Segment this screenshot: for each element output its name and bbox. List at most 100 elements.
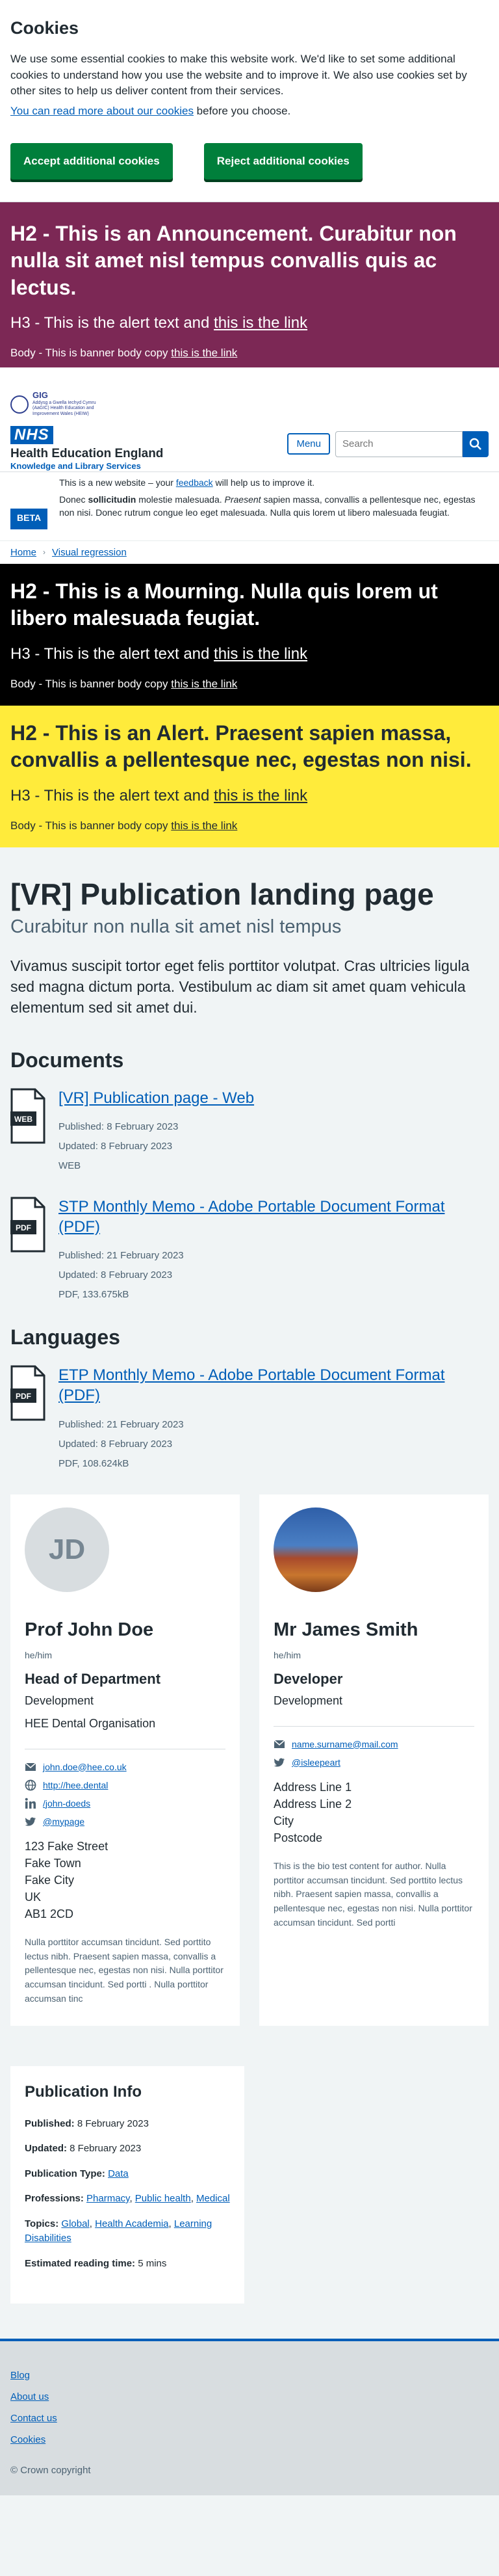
address-line: City xyxy=(274,1814,294,1827)
announcement-body-link[interactable]: this is the link xyxy=(171,347,237,359)
search-button[interactable] xyxy=(463,431,489,457)
header-controls: Menu xyxy=(287,431,489,457)
author-role: Developer xyxy=(274,1670,343,1687)
cookie-policy-link[interactable]: You can read more about our cookies xyxy=(10,105,194,117)
announcement-heading: H2 - This is an Announcement. Curabitur … xyxy=(10,221,457,299)
address-line: UK xyxy=(25,1890,42,1904)
twitter-link[interactable]: @mypage xyxy=(43,1816,84,1827)
pubinfo-heading: Publication Info xyxy=(25,2082,142,2101)
website-icon xyxy=(25,1779,36,1790)
accept-cookies-button[interactable]: Accept additional cookies xyxy=(10,142,173,179)
pubinfo-type-link[interactable]: Data xyxy=(108,2168,129,2179)
phase-line1-post: will help us to improve it. xyxy=(212,477,315,488)
twitter-icon xyxy=(274,1758,285,1767)
pubinfo-reading: 5 mins xyxy=(138,2257,167,2269)
professions-list: Pharmacy, Public health, Medical xyxy=(86,2193,230,2204)
breadcrumb-home[interactable]: Home xyxy=(10,547,36,558)
copyright: © Crown copyright xyxy=(10,2465,91,2476)
mourning-h3-link[interactable]: this is the link xyxy=(214,645,307,663)
breadcrumb-current[interactable]: Visual regression xyxy=(52,547,127,558)
document-type: PDF, 133.675kB xyxy=(58,1289,129,1301)
phase-line2-italic: Praesent xyxy=(224,494,261,505)
partner-logo[interactable]: GIG Addysg a Gwella Iechyd Cymru (AaGIC)… xyxy=(10,384,489,425)
document-updated: Updated: 8 February 2023 xyxy=(58,1438,173,1450)
publication-info: Publication Info Published: 8 February 2… xyxy=(10,2065,244,2304)
document-item: PDF STP Monthly Memo - Adobe Portable Doc… xyxy=(10,1197,489,1305)
footer-link[interactable]: About us xyxy=(10,2391,489,2402)
announcement-h3-link[interactable]: this is the link xyxy=(214,314,307,332)
documents-heading: Documents xyxy=(10,1048,124,1072)
mourning-body-text: Body - This is banner body copy xyxy=(10,677,172,690)
footer-link[interactable]: Blog xyxy=(10,2370,489,2381)
document-item: PDF ETP Monthly Memo - Adobe Portable Doc… xyxy=(10,1365,489,1473)
reject-cookies-button[interactable]: Reject additional cookies xyxy=(203,142,363,179)
author-department: Development xyxy=(25,1693,94,1707)
crest-icon xyxy=(10,395,29,414)
nhs-logo-mark: NHS xyxy=(10,425,53,444)
author-cards: JD Prof John Doe he/him Head of Department D… xyxy=(10,1494,489,2026)
document-title-link[interactable]: ETP Monthly Memo - Adobe Portable Docume… xyxy=(58,1366,444,1404)
address-line: 123 Fake Street xyxy=(25,1839,109,1853)
breadcrumb: Home › Visual regression xyxy=(0,540,499,564)
pubinfo-topics-label: Topics: xyxy=(25,2218,59,2229)
beta-tag: BETA xyxy=(10,508,48,529)
linkedin-link[interactable]: /john-doeds xyxy=(43,1798,90,1809)
document-type: PDF, 108.624kB xyxy=(58,1457,129,1469)
document-updated: Updated: 8 February 2023 xyxy=(58,1269,173,1281)
svg-text:PDF: PDF xyxy=(16,1223,31,1232)
author-address: Address Line 1 Address Line 2 City Postcode xyxy=(274,1779,474,1846)
document-title-link[interactable]: [VR] Publication page - Web xyxy=(58,1089,254,1107)
phase-line2-bold: sollicitudin xyxy=(88,494,136,505)
author-department: Development xyxy=(274,1693,343,1707)
author-name: Prof John Doe xyxy=(25,1619,154,1640)
pdf-file-icon: PDF xyxy=(10,1197,45,1253)
pubinfo-type-label: Publication Type: xyxy=(25,2168,105,2179)
topic-link[interactable]: Global xyxy=(61,2218,89,2229)
linkedin-link-row: /john-doeds xyxy=(25,1798,225,1809)
alert-h3-link[interactable]: this is the link xyxy=(214,787,307,804)
mourning-body-link[interactable]: this is the link xyxy=(171,678,237,690)
announcement-body-text: Body - This is banner body copy xyxy=(10,347,172,360)
twitter-icon xyxy=(25,1817,36,1826)
avatar: JD xyxy=(25,1507,109,1592)
feedback-link[interactable]: feedback xyxy=(176,477,213,488)
web-file-icon: WEB xyxy=(10,1088,45,1144)
profession-link[interactable]: Pharmacy xyxy=(86,2193,129,2204)
address-line: Fake Town xyxy=(25,1856,81,1870)
address-line: AB1 2CD xyxy=(25,1907,74,1920)
alert-body-text: Body - This is banner body copy xyxy=(10,819,172,832)
twitter-link[interactable]: @isleepeart xyxy=(292,1757,340,1768)
profession-link[interactable]: Medical xyxy=(196,2193,230,2204)
author-address: 123 Fake Street Fake Town Fake City UK AB1 2… xyxy=(25,1838,225,1922)
topic-link[interactable]: Health Academia xyxy=(95,2218,168,2229)
footer-link[interactable]: Cookies xyxy=(10,2434,489,2445)
page-subtitle: Curabitur non nulla sit amet nisl tempus xyxy=(10,916,342,938)
author-organisation: HEE Dental Organisation xyxy=(25,1716,156,1730)
email-link[interactable]: name.surname@mail.com xyxy=(292,1739,398,1749)
footer-links: Blog About us Contact us Cookies xyxy=(10,2370,489,2445)
cookie-text-after: before you choose. xyxy=(193,104,291,117)
announcement-banner: H2 - This is an Announcement. Curabitur … xyxy=(0,202,499,367)
alert-body-link[interactable]: this is the link xyxy=(171,819,237,832)
mourning-h3-text: H3 - This is the alert text and xyxy=(10,644,214,663)
author-role: Head of Department xyxy=(25,1670,161,1687)
profession-link[interactable]: Public health xyxy=(135,2193,191,2204)
author-bio: This is the bio test content for author.… xyxy=(274,1860,472,1928)
alert-banner: H2 - This is an Alert. Praesent sapien m… xyxy=(0,705,499,847)
footer-link[interactable]: Contact us xyxy=(10,2413,489,2424)
address-line: Address Line 2 xyxy=(274,1797,352,1811)
menu-button[interactable]: Menu xyxy=(287,433,330,455)
documents-list: WEB [VR] Publication page - Web Published:… xyxy=(10,1088,489,1305)
search-input[interactable] xyxy=(335,431,463,457)
email-link-row: name.surname@mail.com xyxy=(274,1738,474,1750)
pdf-file-icon: PDF xyxy=(10,1365,45,1421)
document-published: Published: 8 February 2023 xyxy=(58,1121,179,1132)
partner-name: GIG xyxy=(32,390,48,401)
document-title-link[interactable]: STP Monthly Memo - Adobe Portable Docume… xyxy=(58,1198,444,1236)
author-card: Mr James Smith he/him Developer Development… xyxy=(259,1494,489,2026)
author-pronouns: he/him xyxy=(274,1649,301,1660)
website-link[interactable]: http://hee.dental xyxy=(43,1780,108,1790)
announcement-h3-text: H3 - This is the alert text and xyxy=(10,314,214,332)
alert-heading: H2 - This is an Alert. Praesent sapien m… xyxy=(10,721,472,772)
email-link[interactable]: john.doe@hee.co.uk xyxy=(43,1762,127,1772)
